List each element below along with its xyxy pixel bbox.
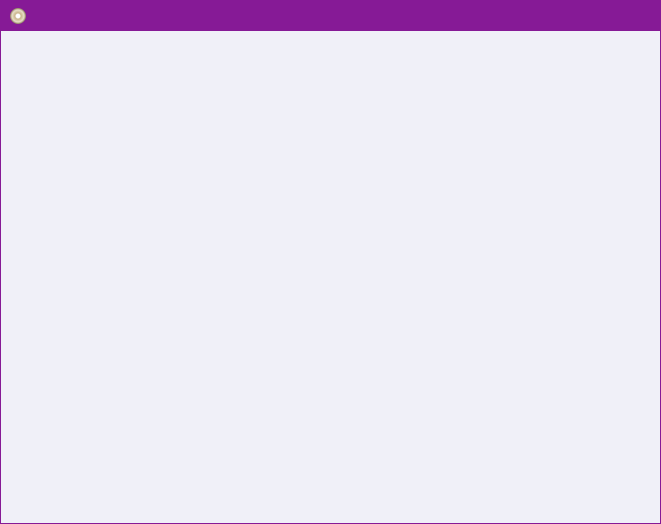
- app-window: [0, 0, 661, 524]
- minimize-button[interactable]: [570, 1, 616, 31]
- app-disc-icon: [10, 8, 26, 24]
- title-bar: [1, 1, 661, 31]
